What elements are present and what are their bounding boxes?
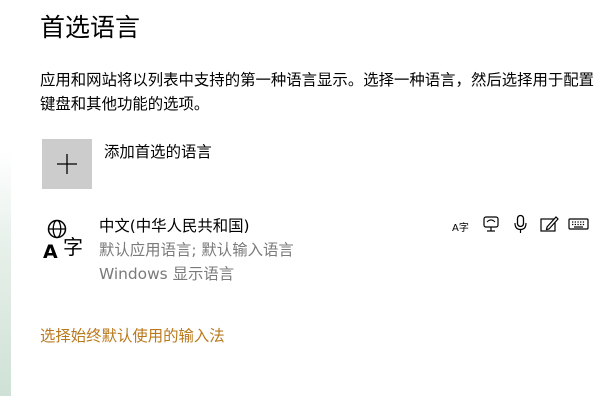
language-feature-icons: A字: [452, 212, 589, 236]
page-title: 首选语言: [40, 13, 141, 42]
add-language-label: 添加首选的语言: [104, 143, 212, 161]
language-globe-icon: A 字: [43, 219, 83, 263]
display-language-icon: A字: [452, 221, 469, 234]
language-icon-letter: A: [43, 241, 58, 263]
language-detail-defaults: 默认应用语言; 默认输入语言: [99, 241, 294, 259]
left-edge-strip: [0, 0, 11, 396]
language-name: 中文(中华人民共和国): [99, 217, 250, 235]
speech-recognition-icon: [483, 216, 499, 232]
display-language-icon-glyph: A字: [452, 221, 469, 234]
page-description: 应用和网站将以列表中支持的第一种语言显示。选择一种语言，然后选择用于配置键盘和其…: [40, 71, 595, 113]
language-icon-glyph: 字: [63, 235, 83, 259]
microphone-icon: [514, 214, 527, 233]
language-detail-display: Windows 显示语言: [99, 265, 235, 283]
language-item-zh-cn[interactable]: A 字 中文(中华人民共和国) 默认应用语言; 默认输入语言 Windows 显…: [40, 210, 600, 292]
add-language-tile[interactable]: [42, 139, 92, 189]
keyboard-icon: [568, 218, 589, 230]
preferred-languages-page: 首选语言 应用和网站将以列表中支持的第一种语言显示。选择一种语言，然后选择用于配…: [0, 0, 608, 396]
plus-icon: [57, 154, 77, 174]
default-input-method-link[interactable]: 选择始终默认使用的输入法: [40, 324, 225, 348]
handwriting-icon: [540, 216, 559, 232]
add-language-button[interactable]: 添加首选的语言: [40, 139, 280, 189]
